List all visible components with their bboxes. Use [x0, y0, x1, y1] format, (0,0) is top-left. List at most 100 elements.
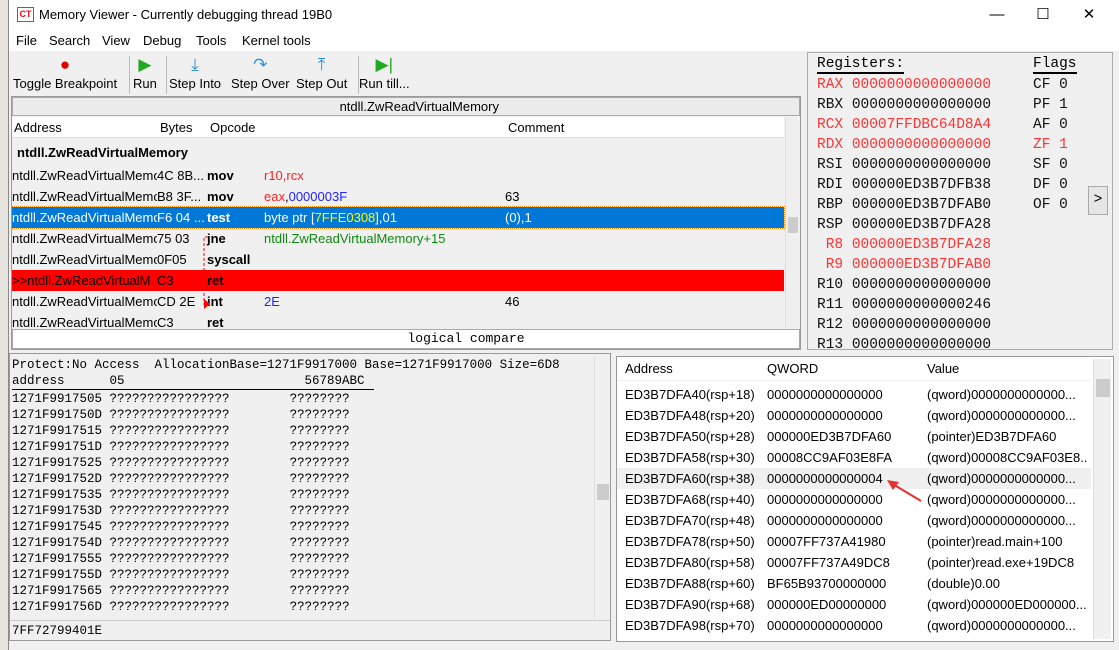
hex-row[interactable]: 1271F9917545 ???????????????? ???????? — [12, 520, 350, 536]
flag-value: 1 — [1059, 137, 1068, 153]
stack-address: ED3B7DFA40(rsp+18) — [625, 387, 755, 402]
flag-zf[interactable]: ZF 1 — [1033, 137, 1068, 157]
stack-value: (qword)0000000000000... — [927, 387, 1076, 402]
register-value: 000000ED3B7DFA28 — [851, 217, 992, 233]
minimize-button[interactable]: — — [974, 0, 1020, 30]
hex-row[interactable]: 1271F9917555 ???????????????? ???????? — [12, 552, 350, 568]
app-icon: CT — [17, 7, 34, 22]
flag-pf[interactable]: PF 1 — [1033, 97, 1068, 117]
register-r10[interactable]: R10 0000000000000000 — [817, 277, 991, 297]
stack-row[interactable]: ED3B7DFA98(rsp+70) 0000000000000000 (qword… — [617, 615, 1091, 636]
hex-row[interactable]: 1271F991750D ???????????????? ???????? — [12, 408, 350, 424]
hex-row[interactable]: 1271F9917525 ???????????????? ???????? — [12, 456, 350, 472]
register-r9[interactable]: R9 000000ED3B7DFAB0 — [817, 257, 991, 277]
maximize-button[interactable]: ☐ — [1020, 0, 1066, 30]
hex-row[interactable]: 1271F991756D ???????????????? ???????? — [12, 600, 350, 616]
stack-row[interactable]: ED3B7DFA60(rsp+38) 0000000000000004 (qword… — [617, 468, 1091, 489]
register-r11[interactable]: R11 0000000000000246 — [817, 297, 991, 317]
toolbar-button-step-out[interactable]: ⤒ Step Out — [296, 54, 347, 91]
disasm-row[interactable]: ntdll.ZwReadVirtualMemory CD 2E int 2E 46 — [12, 291, 784, 312]
register-name: RAX — [817, 77, 844, 93]
menu-view[interactable]: View — [102, 33, 130, 48]
hex-row[interactable]: 1271F991754D ???????????????? ???????? — [12, 536, 350, 552]
stack-row[interactable]: ED3B7DFA50(rsp+28) 000000ED3B7DFA60 (point… — [617, 426, 1091, 447]
disasm-row[interactable]: ntdll.ZwReadVirtualMemory 0F05 syscall — [12, 249, 784, 270]
register-rax[interactable]: RAX 0000000000000000 — [817, 77, 991, 97]
register-rbp[interactable]: RBP 000000ED3B7DFAB0 — [817, 197, 991, 217]
hex-row[interactable]: 1271F991755D ???????????????? ???????? — [12, 568, 350, 584]
hex-row[interactable]: 1271F991751D ???????????????? ???????? — [12, 440, 350, 456]
hex-scrollbar[interactable] — [594, 356, 610, 618]
hex-row[interactable]: 1271F9917565 ???????????????? ???????? — [12, 584, 350, 600]
header-address[interactable]: Address — [14, 120, 62, 135]
step-out-icon: ⤒ — [317, 55, 326, 74]
address-field[interactable]: 7FF72799401E — [10, 620, 610, 640]
stack-row[interactable]: ED3B7DFA70(rsp+48) 0000000000000000 (qword… — [617, 510, 1091, 531]
stack-row[interactable]: ED3B7DFA68(rsp+40) 0000000000000000 (qword… — [617, 489, 1091, 510]
hex-bytes: ???????????????? — [109, 536, 230, 550]
header-qword[interactable]: QWORD — [767, 361, 818, 376]
flag-sf[interactable]: SF 0 — [1033, 157, 1068, 177]
hex-row[interactable]: 1271F9917505 ???????????????? ???????? — [12, 392, 350, 408]
flag-af[interactable]: AF 0 — [1033, 117, 1068, 137]
stack-scrollbar[interactable] — [1093, 359, 1111, 639]
hex-bytes: ???????????????? — [109, 504, 230, 518]
menu-kernel-tools[interactable]: Kernel tools — [242, 33, 311, 48]
register-rdi[interactable]: RDI 000000ED3B7DFB38 — [817, 177, 991, 197]
register-rcx[interactable]: RCX 00007FFDBC64D8A4 — [817, 117, 991, 137]
stack-address: ED3B7DFA50(rsp+28) — [625, 429, 755, 444]
menu-tools[interactable]: Tools — [196, 33, 226, 48]
hex-row[interactable]: 1271F991753D ???????????????? ???????? — [12, 504, 350, 520]
register-r12[interactable]: R12 0000000000000000 — [817, 317, 991, 337]
scroll-thumb[interactable] — [788, 217, 798, 233]
menu-search[interactable]: Search — [49, 33, 90, 48]
flag-df[interactable]: DF 0 — [1033, 177, 1068, 197]
register-rbx[interactable]: RBX 0000000000000000 — [817, 97, 991, 117]
stack-row[interactable]: ED3B7DFA88(rsp+60) BF65B93700000000 (doubl… — [617, 573, 1091, 594]
toolbar-button-run-till[interactable]: ▶| Run till... — [359, 54, 410, 91]
stack-row[interactable]: ED3B7DFA58(rsp+30) 00008CC9AF03E8FA (qword… — [617, 447, 1091, 468]
stack-row[interactable]: ED3B7DFA78(rsp+50) 00007FF737A41980 (point… — [617, 531, 1091, 552]
header-value[interactable]: Value — [927, 361, 959, 376]
instruction-comment: 63 — [505, 189, 520, 204]
hex-row[interactable]: 1271F9917535 ???????????????? ???????? — [12, 488, 350, 504]
header-comment[interactable]: Comment — [508, 120, 564, 135]
register-rsp[interactable]: RSP 000000ED3B7DFA28 — [817, 217, 991, 237]
stack-row[interactable]: ED3B7DFA40(rsp+18) 0000000000000000 (qword… — [617, 384, 1091, 405]
header-opcode[interactable]: Opcode — [210, 120, 256, 135]
stack-row[interactable]: ED3B7DFA80(rsp+58) 00007FF737A49DC8 (point… — [617, 552, 1091, 573]
hex-address: 1271F9917505 — [12, 392, 103, 406]
hex-bytes: ???????????????? — [109, 408, 230, 422]
toolbar-separator — [129, 56, 130, 94]
disasm-scrollbar[interactable] — [785, 117, 800, 328]
register-r8[interactable]: R8 000000ED3B7DFA28 — [817, 237, 991, 257]
scroll-thumb[interactable] — [597, 484, 609, 500]
flag-name: DF — [1033, 177, 1051, 193]
hex-row[interactable]: 1271F991752D ???????????????? ???????? — [12, 472, 350, 488]
flag-of[interactable]: OF 0 — [1033, 197, 1068, 217]
toolbar-button-run[interactable]: ▶ Run — [133, 54, 157, 91]
stack-row[interactable]: ED3B7DFA48(rsp+20) 0000000000000000 (qword… — [617, 405, 1091, 426]
register-rsi[interactable]: RSI 0000000000000000 — [817, 157, 991, 177]
disasm-row[interactable]: ntdll.ZwReadVirtualMemory 75 03 jne ntdll.Z… — [12, 228, 784, 249]
register-r13[interactable]: R13 0000000000000000 — [817, 337, 991, 349]
toolbar-button-step-into[interactable]: ⤓ Step Into — [169, 54, 221, 91]
stack-row[interactable]: ED3B7DFA90(rsp+68) 000000ED00000000 (qword… — [617, 594, 1091, 615]
register-rdx[interactable]: RDX 0000000000000000 — [817, 137, 991, 157]
disasm-row[interactable]: ntdll.ZwReadVirtualMemory B8 3F... mov eax,… — [12, 186, 784, 207]
flag-cf[interactable]: CF 0 — [1033, 77, 1068, 97]
toolbar-button-step-over[interactable]: ↷ Step Over — [231, 54, 290, 91]
header-bytes[interactable]: Bytes — [160, 120, 193, 135]
menu-debug[interactable]: Debug — [143, 33, 181, 48]
close-button[interactable]: ✕ — [1066, 0, 1112, 30]
header-address[interactable]: Address — [625, 361, 673, 376]
scroll-thumb[interactable] — [1096, 379, 1110, 397]
expand-registers-button[interactable]: > — [1088, 186, 1108, 215]
toolbar-button-toggle-breakpoint[interactable]: ● Toggle Breakpoint — [13, 54, 117, 91]
menu-file[interactable]: File — [16, 33, 37, 48]
disasm-row[interactable]: ntdll.ZwReadVirtualMemory F6 04 ... test by… — [11, 206, 785, 229]
disasm-row[interactable]: ntdll.ZwReadVirtualMemory 4C 8B... mov r10,… — [12, 165, 784, 186]
stack-address: ED3B7DFA58(rsp+30) — [625, 450, 755, 465]
disasm-row[interactable]: >>ntdll.ZwReadVirtualM C3 ret — [12, 270, 784, 291]
hex-row[interactable]: 1271F9917515 ???????????????? ???????? — [12, 424, 350, 440]
